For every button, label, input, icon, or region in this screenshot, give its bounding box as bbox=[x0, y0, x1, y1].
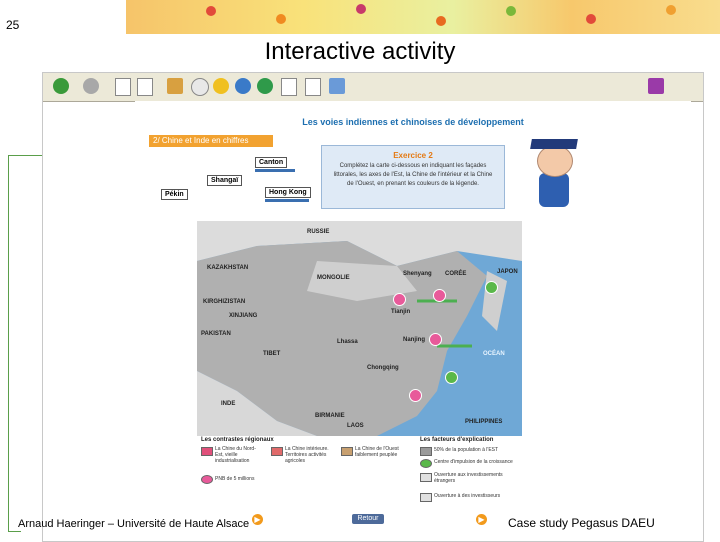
map-pin-pink[interactable] bbox=[409, 389, 422, 402]
map-label-kazakhstan: KAZAKHSTAN bbox=[207, 265, 249, 271]
exercise-title: Exercice 2 bbox=[393, 151, 433, 160]
map-label-nanjing: Nanjing bbox=[403, 337, 425, 343]
legend-right-title: Les facteurs d'explication bbox=[420, 437, 494, 443]
back-icon[interactable] bbox=[53, 78, 69, 94]
map-label-kirghizistan: KIRGHIZISTAN bbox=[203, 299, 246, 305]
next-arrow-button[interactable]: ▶ bbox=[476, 514, 487, 525]
history-icon[interactable] bbox=[257, 78, 273, 94]
refresh-icon[interactable] bbox=[137, 78, 153, 96]
city-label-pekin[interactable]: Pékin bbox=[161, 189, 188, 200]
page-heading: Les voies indiennes et chinoises de déve… bbox=[302, 117, 524, 127]
web-page: Les voies indiennes et chinoises de déve… bbox=[135, 101, 691, 541]
legend-swatch-tan[interactable] bbox=[341, 447, 353, 456]
home-icon[interactable] bbox=[167, 78, 183, 94]
exercise-text: Complétez la carte ci-dessous en indiqua… bbox=[333, 163, 493, 187]
map-pin-pink[interactable] bbox=[429, 333, 442, 346]
legend-swatch-pink[interactable] bbox=[201, 447, 213, 456]
slide-number: 25 bbox=[6, 18, 20, 32]
print-icon[interactable] bbox=[305, 78, 321, 96]
legend-swatch-arrow[interactable] bbox=[420, 473, 432, 482]
map-label-coree: CORÉE bbox=[445, 271, 467, 277]
legend-text: La Chine du Nord-Est, vieille industrial… bbox=[215, 446, 256, 464]
decorative-banner bbox=[126, 0, 720, 34]
legend-text: PNB de 5 millions bbox=[215, 476, 255, 482]
frame-bracket bbox=[8, 155, 21, 532]
retour-button[interactable]: Retour bbox=[352, 514, 384, 524]
legend-left-title: Les contrastes régionaux bbox=[201, 437, 274, 443]
legend-swatch-grey[interactable] bbox=[420, 447, 432, 456]
legend-text: Ouverture à des investisseurs bbox=[434, 493, 501, 499]
china-map: RUSSIE KAZAKHSTAN MONGOLIE KIRGHIZISTAN … bbox=[197, 221, 522, 436]
app-logo-icon bbox=[648, 78, 664, 94]
stop-icon[interactable] bbox=[115, 78, 131, 96]
legend-text: 50% de la population à l'EST bbox=[434, 447, 499, 453]
map-shapes bbox=[197, 221, 522, 436]
legend-text: Ouverture aux investissements étrangers bbox=[434, 472, 503, 484]
map-label-lhassa: Lhassa bbox=[337, 339, 358, 345]
map-pin-green[interactable] bbox=[445, 371, 458, 384]
legend-swatch-red[interactable] bbox=[271, 447, 283, 456]
favorites-icon[interactable] bbox=[213, 78, 229, 94]
back-arrow-button[interactable]: ▶ bbox=[252, 514, 263, 525]
browser-toolbar bbox=[43, 73, 703, 102]
korea-japan-region bbox=[482, 271, 507, 331]
media-icon[interactable] bbox=[235, 78, 251, 94]
footer-author: Arnaud Haeringer – Université de Haute A… bbox=[18, 518, 250, 530]
map-label-laos: LAOS bbox=[347, 423, 364, 429]
map-label-russie: RUSSIE bbox=[307, 229, 330, 235]
map-label-shenyang: Shenyang bbox=[403, 271, 432, 277]
legend-text: La Chine de l'Ouest faiblement peuplée bbox=[355, 446, 399, 458]
map-label-tianjin: Tianjin bbox=[391, 309, 411, 315]
map-label-japon: JAPON bbox=[497, 269, 518, 275]
city-label-shanghai[interactable]: Shangaï bbox=[207, 175, 243, 186]
legend-swatch-green[interactable] bbox=[420, 459, 432, 468]
mascot-graduation-cap bbox=[530, 139, 578, 149]
map-label-birmanie: BIRMANIE bbox=[315, 413, 345, 419]
legend-swatch-arrow[interactable] bbox=[420, 493, 432, 502]
city-label-hongkong[interactable]: Hong Kong bbox=[265, 187, 311, 198]
map-label-philippines: PHILIPPINES bbox=[465, 419, 503, 425]
map-label-chongqing: Chongqing bbox=[367, 365, 399, 371]
legend-swatch-pnb[interactable] bbox=[201, 475, 213, 484]
map-label-inde: INDE bbox=[221, 401, 236, 407]
browser-screenshot: Les voies indiennes et chinoises de déve… bbox=[42, 72, 704, 542]
mascot-body bbox=[539, 173, 569, 207]
section-tab[interactable]: 2/ Chine et Inde en chiffres bbox=[149, 135, 273, 147]
mascot-head bbox=[537, 145, 573, 177]
legend-text: La Chine intérieure. Territoires activit… bbox=[285, 446, 329, 464]
map-label-xinjiang: XINJIANG bbox=[229, 313, 258, 319]
forward-icon[interactable] bbox=[83, 78, 99, 94]
map-label-mongolie: MONGOLIE bbox=[317, 275, 350, 281]
mail-icon[interactable] bbox=[281, 78, 297, 96]
map-label-tibet: TIBET bbox=[263, 351, 281, 357]
edit-icon[interactable] bbox=[329, 78, 345, 94]
slide-title: Interactive activity bbox=[264, 38, 456, 65]
legend-text: Centre d'impulsion de la croissance bbox=[434, 459, 513, 465]
city-color-bar bbox=[265, 199, 309, 202]
footer-case-study: Case study Pegasus DAEU bbox=[508, 516, 655, 530]
map-pin-green[interactable] bbox=[485, 281, 498, 294]
map-pin-pink[interactable] bbox=[433, 289, 446, 302]
map-pin-pink[interactable] bbox=[393, 293, 406, 306]
city-label-canton[interactable]: Canton bbox=[255, 157, 288, 168]
search-icon[interactable] bbox=[191, 78, 209, 96]
map-label-ocean: OCÉAN bbox=[483, 351, 505, 357]
city-color-bar bbox=[255, 169, 295, 172]
exercise-box: Exercice 2 Complétez la carte ci-dessous… bbox=[321, 145, 505, 209]
map-label-pakistan: PAKISTAN bbox=[201, 331, 231, 337]
